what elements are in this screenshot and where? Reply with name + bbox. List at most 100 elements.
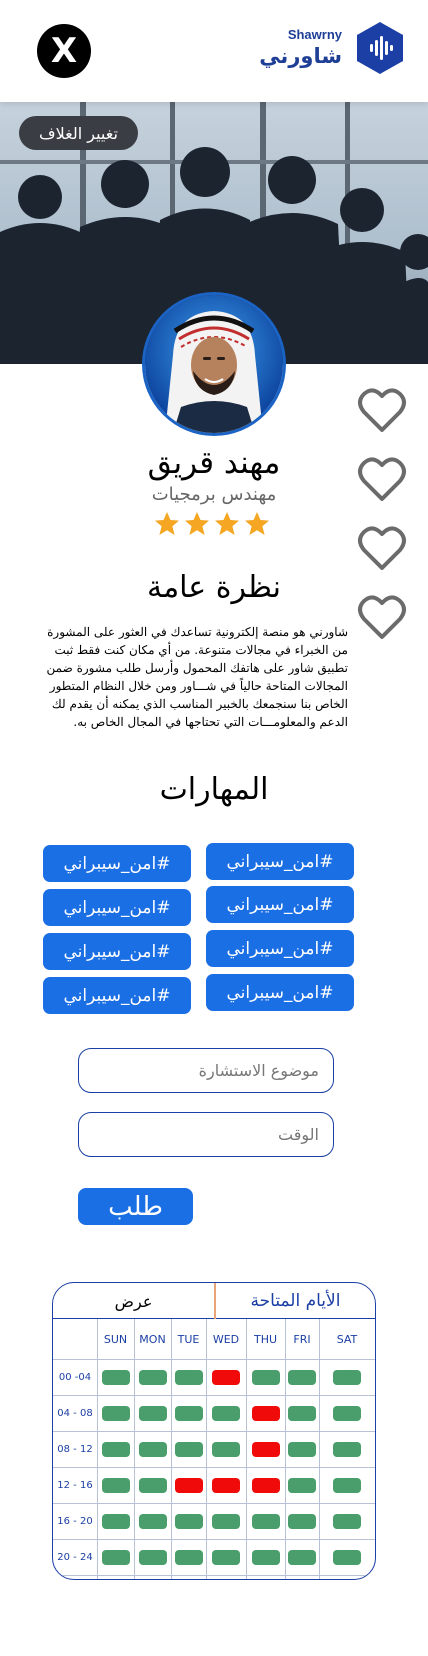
star-icon <box>215 512 239 535</box>
time-slot-available[interactable] <box>288 1514 316 1529</box>
grid-row-line <box>53 1467 375 1468</box>
heart-icon[interactable] <box>357 386 407 434</box>
time-slot-available[interactable] <box>174 1406 203 1421</box>
skill-tag[interactable]: #امن_سيبراني <box>43 933 191 970</box>
time-slot-available[interactable] <box>174 1514 203 1529</box>
grid-row-line <box>53 1359 375 1360</box>
skill-tag[interactable]: #امن_سيبراني <box>206 930 354 967</box>
time-slot-available[interactable] <box>288 1442 316 1457</box>
app-header: X Shawrny شاورني <box>0 0 428 102</box>
time-input[interactable] <box>78 1112 334 1157</box>
close-button[interactable]: X <box>37 24 91 78</box>
show-button[interactable]: عرض <box>53 1283 214 1319</box>
brand-name-ar: شاورني <box>259 44 342 68</box>
time-slot-available[interactable] <box>101 1370 130 1385</box>
grid-row-line <box>53 1539 375 1540</box>
availability-table: عرض الأيام المتاحة SUN MON TUE WED THU FRI SAT… <box>52 1282 376 1580</box>
star-icon <box>185 512 209 535</box>
time-slot-available[interactable] <box>212 1514 240 1529</box>
time-slot-booked[interactable] <box>212 1478 240 1493</box>
day-label-mon: MON <box>139 1332 166 1346</box>
time-range-label: 04 - 08 <box>57 1407 93 1419</box>
profile-title: مهندس برمجيات <box>151 484 277 505</box>
time-slot-available[interactable] <box>288 1370 316 1385</box>
day-label-thu: THU <box>253 1332 278 1346</box>
overview-text: شاورني هو منصة إلكترونية تساعدك في العثو… <box>46 625 348 729</box>
time-slot-booked[interactable] <box>212 1370 240 1385</box>
heart-icon[interactable] <box>357 524 407 572</box>
time-slot-available[interactable] <box>212 1550 240 1565</box>
grid-row-line <box>53 1395 375 1396</box>
time-slot-available[interactable] <box>333 1370 361 1385</box>
time-slot-available[interactable] <box>333 1514 361 1529</box>
time-slot-available[interactable] <box>333 1478 361 1493</box>
time-range-label: 12 - 16 <box>57 1479 93 1491</box>
time-slot-available[interactable] <box>174 1442 203 1457</box>
grid-row-line <box>53 1503 375 1504</box>
time-slot-available[interactable] <box>101 1406 130 1421</box>
time-slot-available[interactable] <box>138 1550 167 1565</box>
close-icon: X <box>50 31 78 71</box>
skill-tag[interactable]: #امن_سيبراني <box>206 974 354 1011</box>
time-slot-available[interactable] <box>212 1406 240 1421</box>
consultation-topic-input[interactable] <box>78 1048 334 1093</box>
day-label-tue: TUE <box>177 1332 200 1346</box>
skill-tag[interactable]: #امن_سيبراني <box>206 886 354 923</box>
grid-row-line <box>53 1431 375 1432</box>
heart-icon[interactable] <box>357 455 407 503</box>
time-slot-available[interactable] <box>251 1370 280 1385</box>
time-range-label: 08 - 12 <box>57 1443 93 1455</box>
star-icon <box>245 512 269 535</box>
avatar <box>145 295 283 433</box>
time-range-label: 16 - 20 <box>57 1515 93 1527</box>
time-slot-available[interactable] <box>288 1406 316 1421</box>
grid-row-line <box>53 1575 375 1576</box>
time-slot-available[interactable] <box>251 1550 280 1565</box>
time-slot-available[interactable] <box>251 1514 280 1529</box>
day-label-wed: WED <box>212 1332 240 1346</box>
skill-tag[interactable]: #امن_سيبراني <box>43 845 191 882</box>
time-slot-booked[interactable] <box>251 1406 280 1421</box>
time-slot-available[interactable] <box>212 1442 240 1457</box>
time-range-label: 20 - 24 <box>57 1551 93 1563</box>
skills-heading: المهارات <box>159 772 269 807</box>
time-slot-available[interactable] <box>138 1370 167 1385</box>
time-slot-available[interactable] <box>288 1478 316 1493</box>
day-label-sat: SAT <box>336 1332 358 1346</box>
time-range-label: 00 -04 <box>58 1371 92 1383</box>
time-slot-available[interactable] <box>138 1478 167 1493</box>
time-slot-available[interactable] <box>174 1370 203 1385</box>
day-label-sun: SUN <box>103 1332 128 1346</box>
app-logo-icon <box>357 22 403 74</box>
skill-tag[interactable]: #امن_سيبراني <box>43 889 191 926</box>
skill-tag[interactable]: #امن_سيبراني <box>206 843 354 880</box>
request-button[interactable]: طلب <box>78 1188 193 1225</box>
time-slot-available[interactable] <box>138 1442 167 1457</box>
time-slot-available[interactable] <box>101 1442 130 1457</box>
time-slot-available[interactable] <box>101 1478 130 1493</box>
available-days-label: الأيام المتاحة <box>250 1291 341 1311</box>
time-slot-available[interactable] <box>138 1514 167 1529</box>
brand-text: Shawrny شاورني <box>259 27 342 69</box>
time-slot-booked[interactable] <box>174 1478 203 1493</box>
heart-icon[interactable] <box>357 593 407 641</box>
skill-tag[interactable]: #امن_سيبراني <box>43 977 191 1014</box>
change-cover-button[interactable]: تغيير الغلاف <box>19 116 138 150</box>
favorites-column <box>357 386 409 662</box>
day-label-fri: FRI <box>293 1332 311 1346</box>
rating-stars <box>154 511 274 541</box>
time-slot-available[interactable] <box>288 1550 316 1565</box>
time-slot-available[interactable] <box>333 1442 361 1457</box>
time-slot-booked[interactable] <box>251 1442 280 1457</box>
profile-name: مهند قريق <box>147 445 281 481</box>
brand: Shawrny شاورني <box>259 20 406 76</box>
time-slot-available[interactable] <box>101 1514 130 1529</box>
time-slot-available[interactable] <box>138 1406 167 1421</box>
time-slot-available[interactable] <box>333 1406 361 1421</box>
brand-name-en: Shawrny <box>287 27 342 42</box>
star-icon <box>155 512 179 535</box>
time-slot-booked[interactable] <box>251 1478 280 1493</box>
time-slot-available[interactable] <box>174 1550 203 1565</box>
time-slot-available[interactable] <box>333 1550 361 1565</box>
time-slot-available[interactable] <box>101 1550 130 1565</box>
